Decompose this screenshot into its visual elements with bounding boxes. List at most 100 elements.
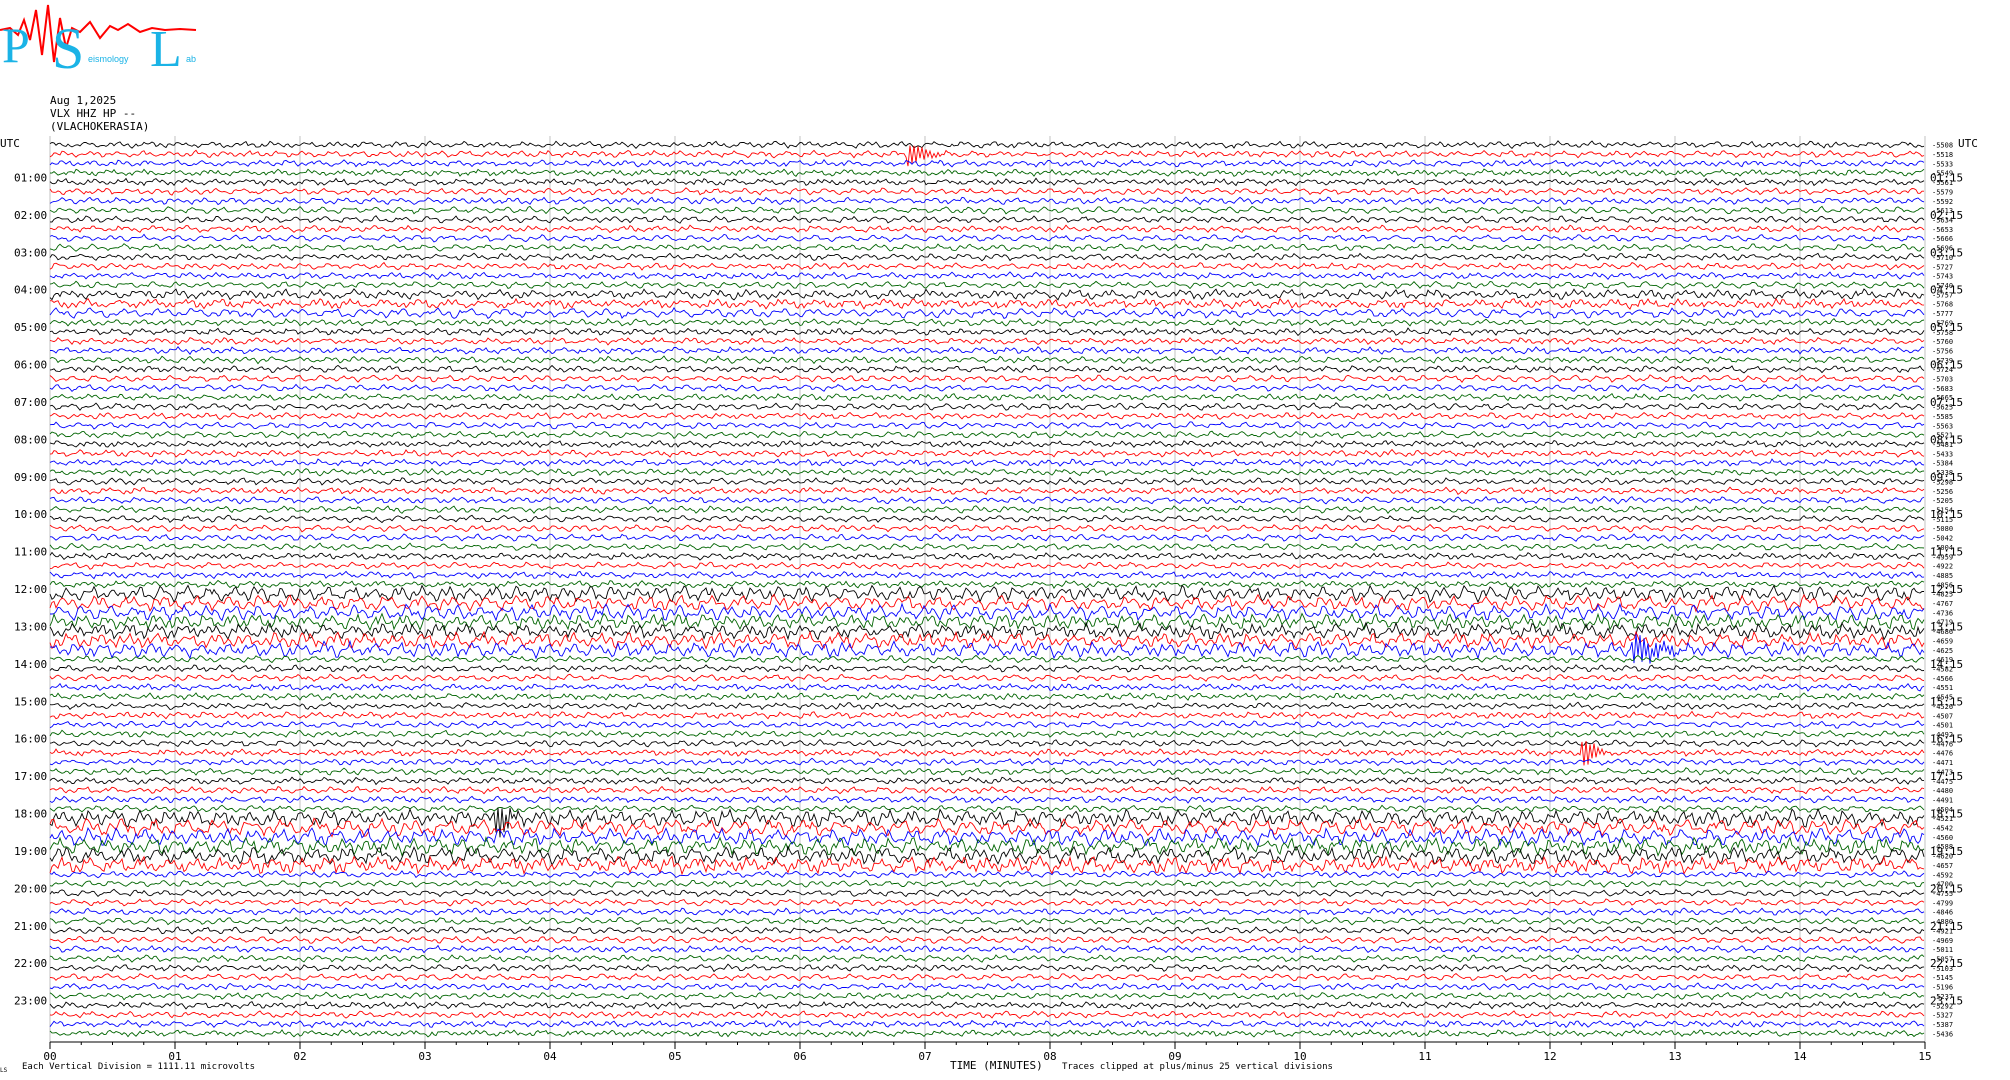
x-tick-label: 11 — [1418, 1050, 1431, 1063]
right-hour-label: 21:15 — [1930, 920, 1963, 933]
trace-right-value: -5433 — [1932, 450, 1953, 458]
trace-right-value: -5727 — [1932, 263, 1953, 271]
trace-right-value: -4885 — [1932, 572, 1953, 580]
seismic-trace-line — [49, 1000, 1925, 1010]
seismic-trace-line — [49, 393, 1925, 402]
trace-right-value: -5760 — [1932, 338, 1953, 346]
seismic-trace-line — [49, 757, 1925, 767]
seismic-trace-line — [49, 458, 1925, 467]
seismic-trace-line — [49, 767, 1925, 776]
seismic-trace-line — [49, 795, 1925, 804]
left-hour-label: 12:00 — [14, 583, 47, 596]
left-hour-label: 16:00 — [14, 733, 47, 746]
trace-right-value: -5585 — [1932, 413, 1953, 421]
x-tick-label: 03 — [418, 1050, 431, 1063]
x-tick-label: 12 — [1543, 1050, 1556, 1063]
seismic-trace-line — [49, 785, 1925, 795]
seismic-trace-line — [49, 374, 1925, 383]
trace-right-value: -5777 — [1932, 310, 1953, 318]
trace-right-value: -5196 — [1932, 984, 1953, 992]
trace-right-value: -5579 — [1932, 188, 1953, 196]
seismic-trace-line — [49, 570, 1925, 580]
right-hour-label: 06:15 — [1930, 359, 1963, 372]
seismic-trace-line — [49, 776, 1924, 786]
seismic-trace-line — [49, 870, 1925, 879]
seismic-trace-line — [49, 187, 1924, 196]
trace-right-value: -4551 — [1932, 684, 1953, 692]
seismic-trace-line — [49, 205, 1925, 215]
left-hour-label: 18:00 — [14, 808, 47, 821]
trace-right-value: -4659 — [1932, 637, 1953, 645]
x-tick-label: 07 — [918, 1050, 931, 1063]
trace-right-value: -4542 — [1932, 825, 1953, 833]
trace-right-value: -4507 — [1932, 712, 1953, 720]
right-hour-label: 15:15 — [1930, 695, 1963, 708]
seismic-trace-line — [49, 280, 1925, 290]
seismic-trace-line — [49, 411, 1925, 420]
trace-right-value: -5327 — [1932, 1012, 1953, 1020]
seismic-trace-line — [49, 514, 1925, 524]
trace-group — [49, 140, 1925, 1038]
seismic-trace-line — [49, 954, 1925, 963]
trace-right-value: -4480 — [1932, 787, 1953, 795]
trace-right-value: -5080 — [1932, 525, 1953, 533]
trace-right-value: -4491 — [1932, 796, 1953, 804]
left-hour-label: 01:00 — [14, 171, 47, 184]
left-hour-label: 04:00 — [14, 284, 47, 297]
trace-right-value: -5743 — [1932, 273, 1953, 281]
seismic-trace-line — [49, 261, 1925, 271]
seismic-trace-line — [49, 177, 1925, 187]
trace-right-value: -5756 — [1932, 347, 1953, 355]
left-hour-label: 14:00 — [14, 658, 47, 671]
left-hour-label: 02:00 — [14, 209, 47, 222]
trace-right-value: -4846 — [1932, 909, 1953, 917]
seismic-trace-line — [49, 486, 1925, 496]
seismic-trace-line — [49, 355, 1925, 365]
trace-right-value: -5592 — [1932, 198, 1953, 206]
left-hour-label: 05:00 — [14, 321, 47, 334]
right-hour-label: 04:15 — [1930, 284, 1963, 297]
seismic-trace-line — [49, 159, 1925, 168]
seismic-trace-line — [49, 224, 1925, 234]
right-hour-label: 20:15 — [1930, 882, 1963, 895]
trace-right-value: -5384 — [1932, 460, 1953, 468]
trace-right-value: -4625 — [1932, 647, 1953, 655]
left-hour-label: 22:00 — [14, 957, 47, 970]
seismic-trace-line — [49, 710, 1925, 720]
left-hour-label: 11:00 — [14, 546, 47, 559]
trace-right-value: -5011 — [1932, 946, 1953, 954]
trace-right-value: -4922 — [1932, 563, 1953, 571]
x-tick-label: 13 — [1668, 1050, 1681, 1063]
seismic-trace-line — [49, 720, 1925, 729]
x-tick-label: 06 — [793, 1050, 806, 1063]
trace-right-value: -4471 — [1932, 759, 1953, 767]
seismic-trace-line — [49, 336, 1925, 346]
seismic-trace-line — [49, 327, 1925, 337]
right-hour-label: 02:15 — [1930, 209, 1963, 222]
x-tick-label: 02 — [293, 1050, 306, 1063]
trace-right-value: -5518 — [1932, 151, 1953, 159]
seismic-trace-line — [49, 140, 1925, 150]
seismic-trace-line — [49, 897, 1925, 907]
seismic-trace-line — [49, 551, 1925, 561]
seismic-trace-line — [49, 916, 1925, 926]
left-hour-label: 07:00 — [14, 396, 47, 409]
seismic-trace-line — [49, 364, 1925, 374]
seismic-trace-line — [49, 523, 1925, 533]
left-hour-label: 10:00 — [14, 508, 47, 521]
seismic-trace-line — [49, 288, 1925, 301]
seismic-trace-line — [49, 196, 1925, 206]
seismic-trace-line — [49, 926, 1925, 935]
trace-right-value: -4592 — [1932, 871, 1953, 879]
right-hour-label: 19:15 — [1930, 845, 1963, 858]
left-hour-label: 20:00 — [14, 882, 47, 895]
seismic-trace-line — [49, 854, 1925, 876]
left-hour-label: 13:00 — [14, 620, 47, 633]
seismic-trace-line — [49, 168, 1925, 178]
seismic-trace-line — [49, 448, 1925, 458]
seismic-trace-line — [49, 318, 1925, 327]
seismic-trace-line — [49, 297, 1925, 310]
seismic-trace-line — [49, 233, 1925, 243]
seismic-trace-line — [49, 1010, 1925, 1020]
seismic-trace-line — [49, 495, 1925, 505]
